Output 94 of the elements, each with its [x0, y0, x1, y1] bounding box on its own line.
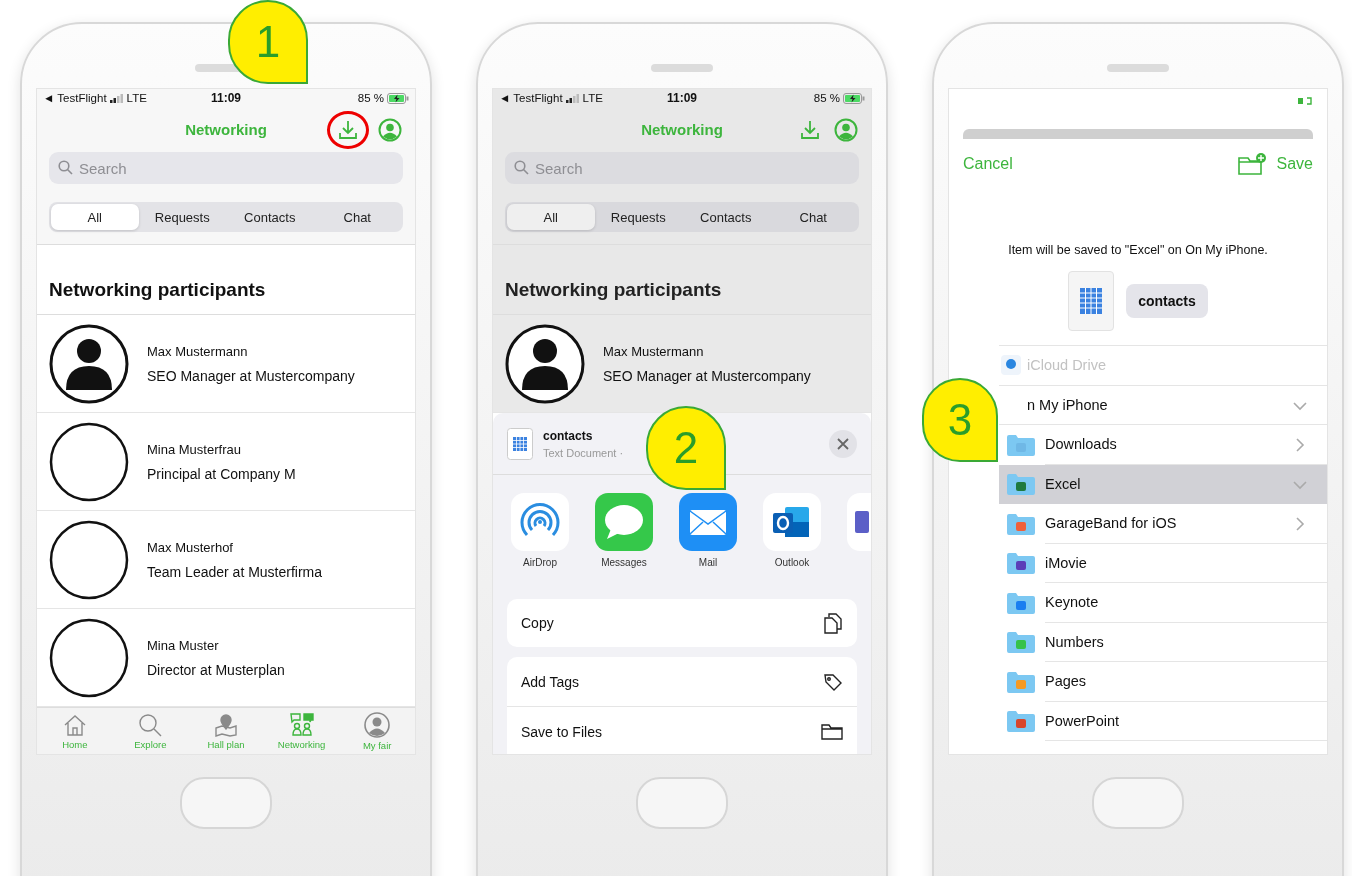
- search-field[interactable]: Search: [505, 152, 859, 184]
- download-icon: [799, 118, 821, 141]
- folder-label: Excel: [1045, 474, 1082, 494]
- network-label: LTE: [582, 92, 603, 104]
- share-target-button[interactable]: Messages: [595, 493, 653, 587]
- share-action-button[interactable]: Save to Files: [507, 707, 857, 754]
- search-field[interactable]: Search: [49, 152, 403, 184]
- search-icon: [58, 160, 73, 175]
- participant-name: Mina Musterfrau: [147, 441, 242, 457]
- file-name: contacts: [543, 428, 594, 443]
- outlook-app-icon: [763, 493, 821, 551]
- app-folder-icon: [1007, 512, 1035, 535]
- download-icon: [337, 118, 359, 141]
- file-name-field[interactable]: contacts: [1126, 284, 1208, 318]
- signal-icon: [109, 93, 124, 103]
- screen-title: Networking: [641, 121, 723, 138]
- battery-percent: 85 %: [813, 92, 840, 104]
- location-label: n My iPhone: [1027, 396, 1108, 413]
- avatar-silhouette-icon: [49, 323, 129, 404]
- app-folder-icon: [1007, 552, 1035, 575]
- step-badge: 3: [922, 378, 998, 462]
- speech-bubble-icon: [595, 493, 653, 551]
- search-icon: [138, 712, 163, 737]
- share-target-button[interactable]: AirDrop: [511, 493, 569, 587]
- carrier-label: ◄ TestFlight: [499, 92, 563, 104]
- map-pin-icon: [214, 712, 238, 737]
- segment-tab[interactable]: Requests: [594, 204, 682, 230]
- step-badge: 1: [228, 0, 308, 84]
- share-action-button[interactable]: Copy: [507, 599, 857, 647]
- status-time: 11:09: [667, 91, 697, 105]
- folder-row[interactable]: Excel: [999, 464, 1327, 504]
- app-folder-icon: [1007, 473, 1035, 496]
- section-heading: Networking participants: [493, 245, 871, 315]
- segment-tab[interactable]: Contacts: [682, 204, 770, 230]
- segment-tab[interactable]: Requests: [138, 204, 226, 230]
- folder-plus-icon: [1236, 152, 1267, 176]
- spreadsheet-file-icon: [507, 427, 533, 460]
- close-button[interactable]: [829, 429, 857, 458]
- segment-tab[interactable]: Contacts: [226, 204, 314, 230]
- speaker-slot: [1107, 64, 1169, 72]
- participant-name: Max Mustermann: [147, 343, 249, 359]
- battery-icon: [387, 92, 409, 104]
- location-row[interactable]: n My iPhone: [999, 385, 1327, 425]
- network-label: LTE: [126, 92, 147, 104]
- status-time: 11:09: [211, 91, 241, 105]
- share-target-button[interactable]: Mail: [679, 493, 737, 587]
- battery-percent: 85 %: [357, 92, 384, 104]
- copy-icon: [823, 612, 843, 634]
- segment-tab[interactable]: All: [51, 204, 139, 230]
- participant-row[interactable]: Max Mustermann SEO Manager at Mustercompany: [493, 315, 871, 413]
- share-target-button[interactable]: Outlook: [763, 493, 821, 587]
- participant-name: Max Musterhof: [147, 539, 234, 555]
- app-folder-icon: [1007, 433, 1035, 456]
- participant-name: Mina Muster: [147, 637, 220, 653]
- avatar-silhouette-icon: [505, 323, 585, 404]
- location-label: iCloud Drive: [1027, 357, 1106, 374]
- share-action-button[interactable]: Add Tags: [507, 657, 857, 707]
- profile-icon: [834, 117, 858, 142]
- envelope-icon: [679, 493, 737, 551]
- folder-icon: [821, 723, 843, 741]
- segment-tab[interactable]: Chat: [769, 204, 857, 230]
- app-folder-icon: [1007, 710, 1035, 733]
- battery-icon: [843, 92, 865, 104]
- carrier-label: ◄ TestFlight: [43, 92, 107, 104]
- home-icon: [62, 712, 87, 737]
- participant-role: Team Leader at Musterfirma: [147, 563, 323, 580]
- download-button[interactable]: [327, 110, 369, 149]
- profile-icon: [378, 117, 402, 142]
- close-icon: [837, 437, 849, 450]
- spreadsheet-icon: [1080, 288, 1103, 314]
- airdrop-icon: [511, 493, 569, 551]
- participant-name: Max Mustermann: [603, 343, 705, 359]
- app-folder-icon: [1007, 631, 1035, 654]
- home-button[interactable]: [1092, 777, 1184, 829]
- segment-tab[interactable]: Chat: [313, 204, 401, 230]
- tag-icon: [823, 671, 843, 692]
- signal-icon: [565, 93, 580, 103]
- app-folder-icon: [1007, 591, 1035, 614]
- participant-role: Principal at Company M: [147, 465, 296, 482]
- segment-tab[interactable]: All: [507, 204, 595, 230]
- participant-role: SEO Manager at Mustercompany: [603, 367, 811, 384]
- search-icon: [514, 160, 529, 175]
- screen-title: Networking: [185, 121, 267, 138]
- home-button[interactable]: [636, 777, 728, 829]
- people-chat-icon: [289, 712, 314, 737]
- home-button[interactable]: [180, 777, 272, 829]
- avatar-icon: [364, 711, 391, 738]
- participant-role: Director at Musterplan: [147, 661, 285, 678]
- file-type: Text Document ·: [543, 446, 624, 459]
- save-location-message: Item will be saved to "Excel" on On My iPhone.: [1007, 243, 1269, 257]
- participant-role: SEO Manager at Mustercompany: [147, 367, 355, 384]
- speaker-slot: [651, 64, 713, 72]
- app-folder-icon: [1007, 670, 1035, 693]
- battery-icon: [1297, 97, 1313, 105]
